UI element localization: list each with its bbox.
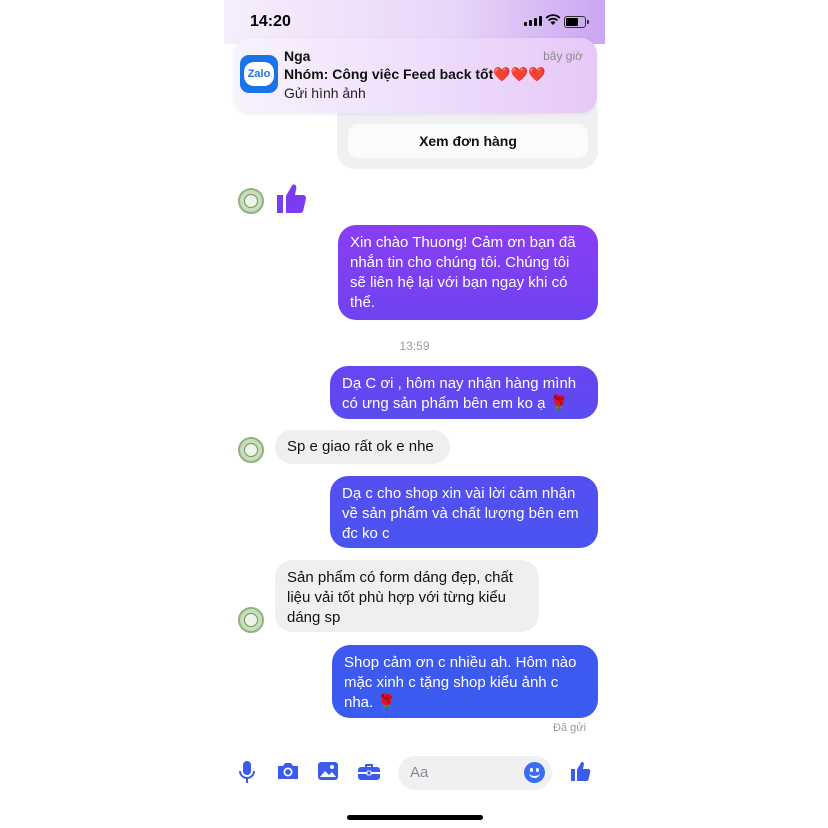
message-text: Sản phẩm có form dáng đẹp, chất liệu vải… <box>287 569 513 626</box>
notification-sender: Nga <box>284 48 311 64</box>
thumbs-up-icon <box>277 184 306 213</box>
view-order-button[interactable]: Xem đơn hàng <box>348 124 588 158</box>
briefcase-icon[interactable] <box>357 760 381 782</box>
home-indicator[interactable] <box>347 815 483 820</box>
contact-avatar[interactable] <box>238 607 264 633</box>
microphone-icon[interactable] <box>238 760 256 784</box>
gallery-icon[interactable] <box>317 760 339 782</box>
message-text: Xin chào Thuong! Cảm ơn bạn đã nhắn tin … <box>350 234 576 311</box>
message-text: Shop cảm ơn c nhiều ah. Hôm nào mặc xinh… <box>344 654 577 711</box>
signal-icon <box>524 16 542 26</box>
composer-bar: Aa <box>224 752 605 794</box>
delivery-status: Đã gửi <box>553 722 587 734</box>
emoji-icon[interactable] <box>524 762 545 783</box>
message-text: Sp e giao rất ok e nhe <box>287 438 434 455</box>
message-bubble-sent[interactable]: Shop cảm ơn c nhiều ah. Hôm nào mặc xinh… <box>332 645 598 718</box>
message-bubble-sent[interactable]: Dạ c cho shop xin vài lời cảm nhận về sả… <box>330 476 598 548</box>
zalo-logo-label: Zalo <box>244 62 274 86</box>
zalo-app-icon: Zalo <box>240 55 278 93</box>
message-input[interactable]: Aa <box>398 756 552 790</box>
camera-icon[interactable] <box>276 760 300 782</box>
phone-screen: 14:20 Xem đơn hàng Zalo Nga bây giờ Nhóm… <box>224 0 605 828</box>
message-bubble-sent[interactable]: Xin chào Thuong! Cảm ơn bạn đã nhắn tin … <box>338 225 598 320</box>
status-time: 14:20 <box>250 13 291 30</box>
message-input-placeholder: Aa <box>410 764 429 781</box>
notification-body: Gửi hình ảnh <box>284 85 366 101</box>
message-text: Dạ C ơi , hôm nay nhận hàng mình có ưng … <box>342 375 577 412</box>
notification-banner[interactable]: Zalo Nga bây giờ Nhóm: Công việc Feed ba… <box>234 38 597 113</box>
thumbs-up-send-icon[interactable] <box>569 759 593 783</box>
message-bubble-received[interactable]: Sản phẩm có form dáng đẹp, chất liệu vải… <box>275 560 539 632</box>
message-text: Dạ c cho shop xin vài lời cảm nhận về sả… <box>342 485 579 542</box>
contact-avatar[interactable] <box>238 437 264 463</box>
contact-avatar[interactable] <box>238 188 264 214</box>
notification-group: Nhóm: Công việc Feed back tốt❤️❤️❤️ <box>284 66 546 82</box>
notification-time: bây giờ <box>543 49 583 63</box>
message-bubble-received[interactable]: Sp e giao rất ok e nhe <box>275 430 450 464</box>
message-timestamp: 13:59 <box>399 339 430 353</box>
wifi-icon <box>545 14 561 25</box>
battery-icon <box>564 16 589 28</box>
message-bubble-sent[interactable]: Dạ C ơi , hôm nay nhận hàng mình có ưng … <box>330 366 598 419</box>
